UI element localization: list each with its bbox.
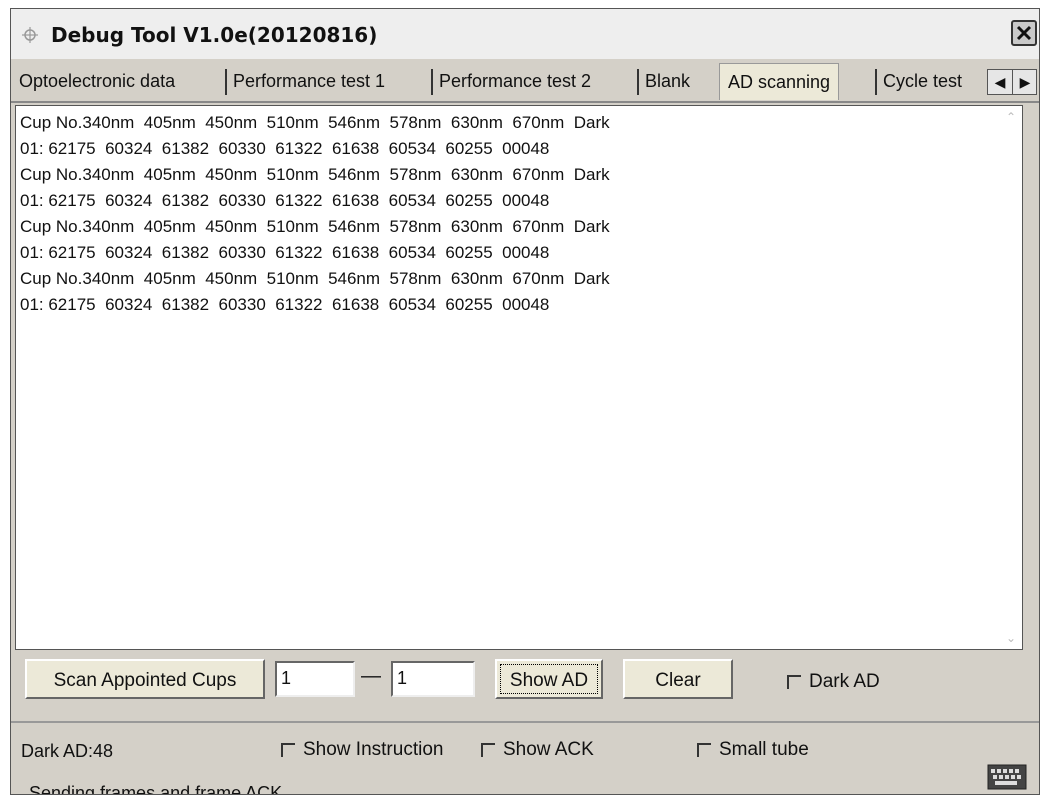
output-line: 01: 62175 60324 61382 60330 61322 61638 … <box>20 243 550 262</box>
tab-scroll-left-icon[interactable]: ◀ <box>988 70 1013 94</box>
dark-ad-label: Dark AD <box>809 671 880 692</box>
output-line: Cup No.340nm 405nm 450nm 510nm 546nm 578… <box>20 113 610 132</box>
sending-frames-group-label: Sending frames and frame ACK <box>25 783 287 794</box>
cup-to-input[interactable]: 1 <box>391 661 475 697</box>
tab-optoelectronic-data[interactable]: Optoelectronic data <box>19 65 175 97</box>
output-line: 01: 62175 60324 61382 60330 61322 61638 … <box>20 139 550 158</box>
tab-strip: Optoelectronic data Performance test 1 P… <box>11 63 1039 103</box>
tab-scroll-arrows: ◀ ▶ <box>987 69 1037 95</box>
tab-separator <box>431 69 433 95</box>
tab-scroll-right-icon[interactable]: ▶ <box>1013 70 1037 94</box>
show-instruction-checkbox[interactable]: Show Instruction <box>281 739 443 761</box>
checkbox-icon <box>787 674 801 689</box>
output-line: Cup No.340nm 405nm 450nm 510nm 546nm 578… <box>20 269 610 288</box>
close-button[interactable] <box>1011 20 1037 46</box>
show-ack-label: Show ACK <box>503 739 594 760</box>
output-line: Cup No.340nm 405nm 450nm 510nm 546nm 578… <box>20 217 610 236</box>
tab-separator <box>637 69 639 95</box>
tab-separator <box>875 69 877 95</box>
dark-ad-checkbox[interactable]: Dark AD <box>787 671 880 693</box>
debug-tool-window: Debug Tool V1.0e(20120816) Optoelectroni… <box>10 8 1040 795</box>
cup-from-input[interactable]: 1 <box>275 661 355 697</box>
checkbox-icon <box>281 742 295 757</box>
scan-appointed-cups-button[interactable]: Scan Appointed Cups <box>25 659 265 699</box>
tab-blank[interactable]: Blank <box>645 65 690 97</box>
show-instruction-label: Show Instruction <box>303 739 444 760</box>
small-tube-checkbox[interactable]: Small tube <box>697 739 809 761</box>
tab-performance-test-1[interactable]: Performance test 1 <box>233 65 385 97</box>
small-tube-label: Small tube <box>719 739 809 760</box>
show-ack-checkbox[interactable]: Show ACK <box>481 739 594 761</box>
checkbox-icon <box>481 742 495 757</box>
title-bar: Debug Tool V1.0e(20120816) <box>11 9 1039 59</box>
clear-button[interactable]: Clear <box>623 659 733 699</box>
output-line: 01: 62175 60324 61382 60330 61322 61638 … <box>20 191 550 210</box>
tab-separator <box>225 69 227 95</box>
output-line: 01: 62175 60324 61382 60330 61322 61638 … <box>20 295 550 314</box>
range-dash: — <box>361 665 381 687</box>
dark-ad-readout: Dark AD:48 <box>21 741 114 761</box>
status-divider <box>11 721 1039 723</box>
scroll-down-icon[interactable]: ⌄ <box>1002 629 1020 647</box>
output-line: Cup No.340nm 405nm 450nm 510nm 546nm 578… <box>20 165 610 184</box>
window-title: Debug Tool V1.0e(20120816) <box>51 23 378 47</box>
scroll-up-icon[interactable]: ⌃ <box>1002 108 1020 126</box>
show-ad-button[interactable]: Show AD <box>495 659 603 699</box>
tab-performance-test-2[interactable]: Performance test 2 <box>439 65 591 97</box>
close-icon <box>1016 25 1032 41</box>
ad-output-textarea[interactable]: Cup No.340nm 405nm 450nm 510nm 546nm 578… <box>15 105 1023 650</box>
checkbox-icon <box>697 742 711 757</box>
tab-cycle-test[interactable]: Cycle test <box>883 65 983 97</box>
tab-ad-scanning[interactable]: AD scanning <box>719 63 840 100</box>
keyboard-icon[interactable] <box>987 761 1027 791</box>
app-icon <box>22 27 38 43</box>
